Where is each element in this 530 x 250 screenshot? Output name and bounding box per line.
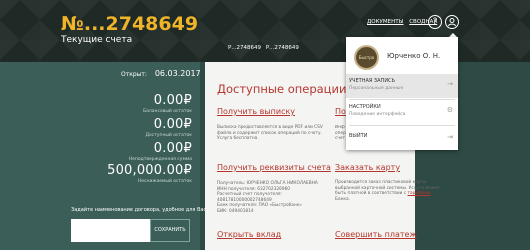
desc-line: Банка.	[335, 196, 350, 202]
minimum-block: 500,000.00₽ Неснижаемый остаток	[107, 163, 192, 184]
help-icon[interactable]: ?	[428, 15, 442, 29]
user-name: Юрченко О. Н.	[387, 52, 441, 60]
open-date: Открыт: 06.03.2017	[121, 69, 201, 78]
unconfirmed-amount: 0.00₽	[153, 141, 192, 156]
balance-amount: 0.00₽	[153, 93, 192, 108]
menu-item-subtitle: Персональные данные	[349, 86, 404, 91]
order-card-desc: Производится заказ пластиковой карты выб…	[335, 180, 445, 202]
account-number: №...2748649	[61, 13, 199, 35]
page-subtitle: Текущие счета	[61, 35, 133, 45]
unconfirmed-label: Неподтвержденная сумма	[128, 157, 192, 162]
gear-icon: ⚙	[446, 106, 453, 114]
menu-item-account[interactable]: УЧЕТНАЯ ЗАПИСЬ Персональные данные →	[349, 78, 456, 91]
get-statement-link[interactable]: Получить выписку	[217, 107, 295, 116]
menu-item-title: НАСТРОЙКИ	[349, 104, 381, 110]
open-date-label: Открыт:	[121, 71, 147, 78]
get-statement-desc: Выписка предоставляется в виде PDF или C…	[217, 125, 327, 142]
contract-name-label: Задайте наименование договора, удобное д…	[71, 207, 208, 213]
desc-line: Услуга бесплатна.	[217, 136, 259, 142]
account-tab[interactable]: Р...2748649	[266, 45, 299, 51]
open-date-value: 06.03.2017	[154, 69, 201, 78]
desc-line: Выписка предоставляется в виде PDF или C…	[217, 125, 323, 130]
desc-line: быть платной в соответствии с тарифами	[335, 191, 445, 197]
contract-name-input[interactable]	[71, 219, 150, 242]
desc-text: быть платной в соответствии с	[335, 191, 408, 197]
minimum-label: Неснижаемый остаток	[137, 179, 192, 184]
tariffs-link[interactable]: тарифами	[408, 191, 431, 196]
account-tab[interactable]: Р...2748649	[228, 45, 261, 51]
order-card-link[interactable]: Заказать карту	[335, 163, 400, 172]
desc-line: Получатель: ЮРЧЕНКО ОЛЬГА НИКОЛАЕВНА	[217, 181, 318, 186]
balance-label: Балансовый остаток	[143, 109, 192, 114]
desc-line: БИК: 049401814	[217, 208, 254, 214]
menu-item-subtitle: Поведение интерфейса	[349, 112, 406, 117]
logout-icon: ⇥	[447, 133, 453, 141]
arrow-right-icon: →	[447, 80, 453, 88]
save-button[interactable]: СОХРАНИТЬ	[150, 219, 190, 242]
make-payment-link[interactable]: Совершить платеж	[335, 230, 417, 239]
account-tabs: Р...2748649 Р...2748649	[228, 45, 302, 51]
menu-divider	[349, 99, 455, 100]
menu-divider	[349, 125, 455, 126]
balance-block: 0.00₽ Балансовый остаток	[143, 93, 192, 114]
available-amount: 0.00₽	[153, 117, 192, 132]
operations-title: Доступные операции	[217, 82, 347, 96]
menu-item-settings[interactable]: НАСТРОЙКИ Поведение интерфейса ⚙	[349, 104, 456, 117]
menu-item-title: УЧЕТНАЯ ЗАПИСЬ	[349, 78, 395, 84]
documents-link[interactable]: ДОКУМЕНТЫ	[367, 19, 403, 25]
avatar: Быстро банк	[354, 45, 379, 81]
menu-item-logout[interactable]: ВЫЙТИ ⇥	[349, 133, 456, 141]
minimum-amount: 500,000.00₽	[107, 163, 192, 178]
open-deposit-link[interactable]: Открыть вклад	[217, 230, 281, 239]
menu-item-title: ВЫЙТИ	[349, 133, 368, 139]
get-requisites-link[interactable]: Получить реквизиты счета	[217, 163, 331, 172]
user-icon[interactable]	[445, 15, 459, 29]
available-block: 0.00₽ Доступный остаток	[145, 117, 192, 138]
get-requisites-desc: Получатель: ЮРЧЕНКО ОЛЬГА НИКОЛАЕВНА ИНН…	[217, 181, 332, 215]
available-label: Доступный остаток	[145, 133, 192, 138]
unconfirmed-block: 0.00₽ Неподтвержденная сумма	[129, 141, 192, 162]
